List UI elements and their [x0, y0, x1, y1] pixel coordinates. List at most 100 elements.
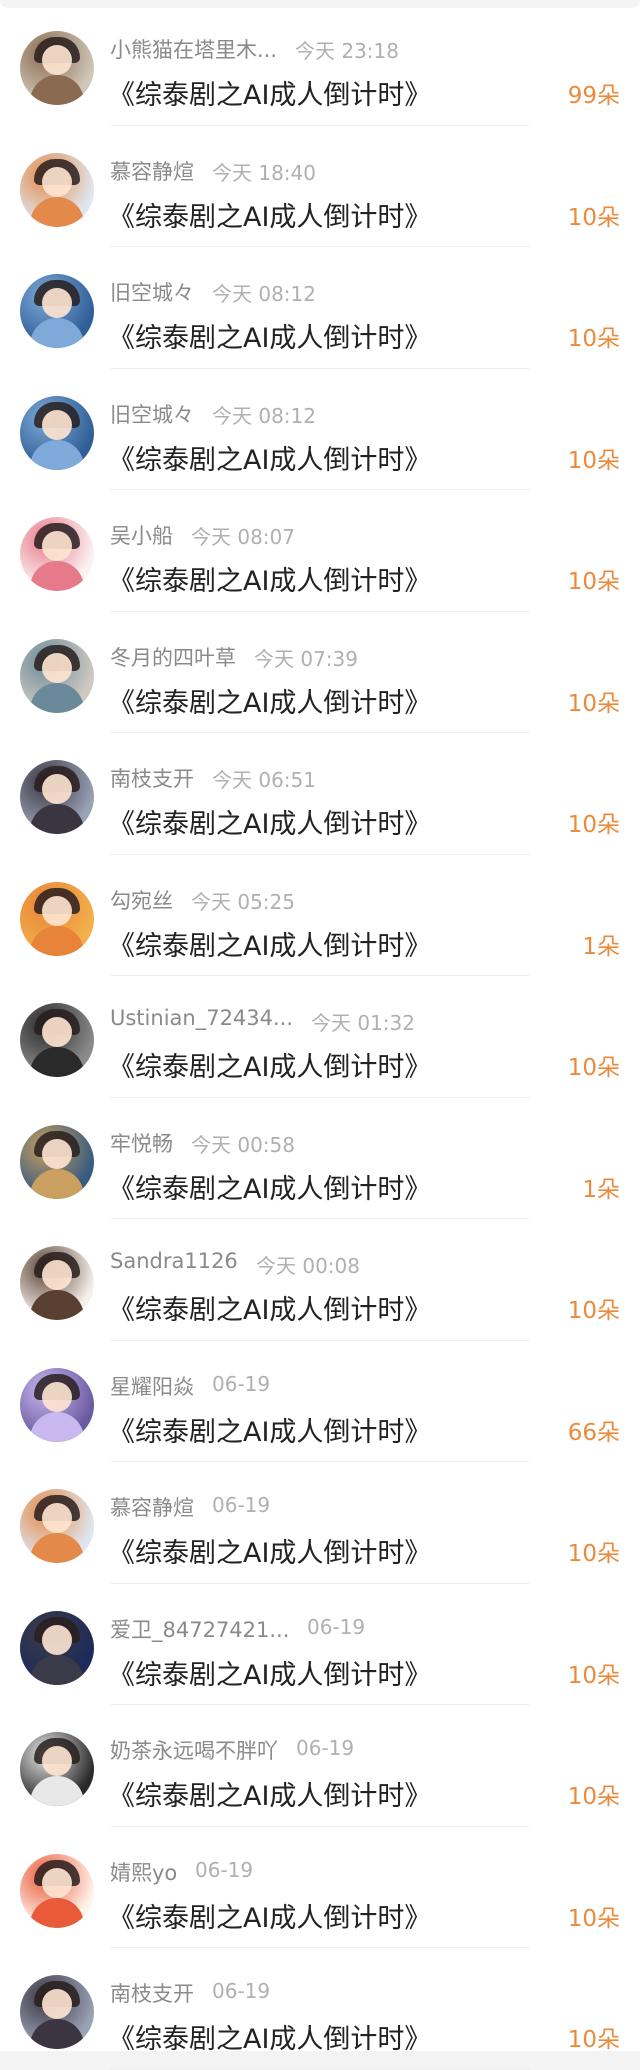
- avatar[interactable]: [20, 1367, 94, 1442]
- user-name[interactable]: 小熊猫在塔里木...: [110, 34, 277, 64]
- book-title[interactable]: 《综泰剧之AI成人倒计时》: [108, 559, 431, 598]
- timestamp: 今天 08:12: [212, 282, 316, 306]
- book-title[interactable]: 《综泰剧之AI成人倒计时》: [108, 1410, 431, 1449]
- user-name[interactable]: Ustinian_72434...: [110, 1006, 293, 1030]
- avatar-body: [30, 1168, 84, 1199]
- book-title[interactable]: 《综泰剧之AI成人倒计时》: [108, 1167, 431, 1206]
- gift-amount: 10朵: [567, 204, 620, 231]
- avatar[interactable]: [20, 1853, 94, 1928]
- avatar-body: [30, 1533, 84, 1563]
- avatar[interactable]: [20, 1975, 94, 2049]
- avatar-face: [42, 652, 72, 683]
- user-name[interactable]: 旧空城々: [110, 399, 194, 429]
- timestamp: 今天 00:58: [191, 1132, 295, 1157]
- book-title[interactable]: 《综泰剧之AI成人倒计时》: [108, 681, 431, 720]
- book-title[interactable]: 《综泰剧之AI成人倒计时》: [108, 802, 431, 841]
- avatar[interactable]: [20, 760, 94, 834]
- list-item[interactable]: 勾宛丝 今天 05:25 《综泰剧之AI成人倒计时》 1朵: [0, 855, 640, 976]
- book-title[interactable]: 《综泰剧之AI成人倒计时》: [108, 1288, 431, 1327]
- book-title[interactable]: 《综泰剧之AI成人倒计时》: [108, 1774, 431, 1813]
- avatar-face: [42, 166, 72, 197]
- avatar-face: [42, 774, 72, 804]
- gift-list-card: 小熊猫在塔里木... 今天 23:18 《综泰剧之AI成人倒计时》 99朵 慕容静煊 今天…: [0, 0, 640, 2070]
- timestamp: 今天 08:07: [191, 525, 295, 549]
- list-item[interactable]: 南枝支开 今天 06:51 《综泰剧之AI成人倒计时》 10朵: [0, 733, 640, 855]
- gift-amount: 10朵: [567, 1298, 620, 1324]
- gift-amount: 10朵: [567, 690, 620, 717]
- avatar-body: [30, 1897, 84, 1928]
- timestamp: 今天 06:51: [212, 768, 316, 792]
- avatar[interactable]: [20, 517, 94, 591]
- list-item[interactable]: 奶茶永远喝不胖吖 06-19 《综泰剧之AI成人倒计时》 10朵: [0, 1705, 640, 1827]
- user-name[interactable]: 爱卫_84727421...: [110, 1614, 289, 1644]
- user-name[interactable]: 慕容静煊: [110, 1492, 194, 1522]
- gift-amount: 10朵: [567, 1541, 620, 1567]
- book-title[interactable]: 《综泰剧之AI成人倒计时》: [108, 438, 431, 477]
- timestamp: 06-19: [212, 1493, 271, 1517]
- user-name[interactable]: 南枝支开: [110, 763, 194, 793]
- book-title[interactable]: 《综泰剧之AI成人倒计时》: [108, 2017, 431, 2056]
- gift-amount: 10朵: [567, 569, 620, 595]
- list-item[interactable]: 婧熙yo 06-19 《综泰剧之AI成人倒计时》 10朵: [0, 1827, 640, 1948]
- gift-amount: 10朵: [567, 1055, 620, 1081]
- list-item[interactable]: 南枝支开 06-19 《综泰剧之AI成人倒计时》 10朵: [0, 1948, 640, 2070]
- book-title[interactable]: 《综泰剧之AI成人倒计时》: [108, 924, 431, 963]
- user-name[interactable]: 星耀阳焱: [110, 1371, 194, 1401]
- avatar[interactable]: [20, 1124, 94, 1199]
- avatar-body: [30, 682, 84, 713]
- list-item[interactable]: 牢悦畅 今天 00:58 《综泰剧之AI成人倒计时》 1朵: [0, 1098, 640, 1219]
- avatar[interactable]: [20, 881, 94, 956]
- book-title[interactable]: 《综泰剧之AI成人倒计时》: [108, 316, 431, 355]
- gift-amount: 10朵: [567, 1905, 620, 1932]
- gift-amount: 10朵: [567, 1784, 620, 1810]
- row-divider: [110, 2068, 530, 2070]
- avatar[interactable]: [20, 1246, 94, 1320]
- list-item[interactable]: 冬月的四叶草 今天 07:39 《综泰剧之AI成人倒计时》 10朵: [0, 612, 640, 733]
- user-name[interactable]: 勾宛丝: [110, 885, 173, 915]
- user-name[interactable]: 吴小船: [110, 520, 173, 550]
- user-name[interactable]: 冬月的四叶草: [110, 642, 236, 672]
- avatar[interactable]: [20, 274, 94, 348]
- avatar[interactable]: [20, 31, 94, 105]
- list-item[interactable]: 旧空城々 今天 08:12 《综泰剧之AI成人倒计时》 10朵: [0, 369, 640, 490]
- user-name[interactable]: 旧空城々: [110, 277, 194, 307]
- avatar[interactable]: [20, 152, 94, 227]
- list-item[interactable]: 慕容静煊 今天 18:40 《综泰剧之AI成人倒计时》 10朵: [0, 126, 640, 247]
- list-item[interactable]: 吴小船 今天 08:07 《综泰剧之AI成人倒计时》 10朵: [0, 490, 640, 612]
- list-item[interactable]: 慕容静煊 06-19 《综泰剧之AI成人倒计时》 10朵: [0, 1462, 640, 1584]
- avatar[interactable]: [20, 638, 94, 713]
- user-name[interactable]: 牢悦畅: [110, 1128, 173, 1158]
- user-name[interactable]: 婧熙yo: [110, 1857, 177, 1887]
- user-name[interactable]: 慕容静煊: [110, 156, 194, 186]
- avatar[interactable]: [20, 1732, 94, 1806]
- timestamp: 今天 01:32: [311, 1011, 415, 1035]
- avatar[interactable]: [20, 1610, 94, 1685]
- gift-amount: 10朵: [567, 447, 620, 474]
- book-title[interactable]: 《综泰剧之AI成人倒计时》: [108, 1045, 431, 1084]
- timestamp: 今天 23:18: [295, 39, 399, 63]
- book-title[interactable]: 《综泰剧之AI成人倒计时》: [108, 195, 431, 234]
- list-item[interactable]: Ustinian_72434... 今天 01:32 《综泰剧之AI成人倒计时》 10…: [0, 976, 640, 1098]
- user-name[interactable]: 奶茶永远喝不胖吖: [110, 1735, 278, 1765]
- timestamp: 06-19: [195, 1857, 254, 1882]
- book-title[interactable]: 《综泰剧之AI成人倒计时》: [108, 1531, 431, 1570]
- list-item[interactable]: Sandra1126 今天 00:08 《综泰剧之AI成人倒计时》 10朵: [0, 1219, 640, 1341]
- list-item[interactable]: 小熊猫在塔里木... 今天 23:18 《综泰剧之AI成人倒计时》 99朵: [0, 4, 640, 126]
- timestamp: 06-19: [212, 1979, 271, 2003]
- list-item[interactable]: 星耀阳焱 06-19 《综泰剧之AI成人倒计时》 66朵: [0, 1341, 640, 1462]
- user-name[interactable]: Sandra1126: [110, 1249, 238, 1273]
- avatar[interactable]: [20, 1489, 94, 1563]
- avatar[interactable]: [20, 395, 94, 470]
- list-item[interactable]: 爱卫_84727421... 06-19 《综泰剧之AI成人倒计时》 10朵: [0, 1584, 640, 1705]
- avatar-face: [42, 1017, 72, 1047]
- user-name[interactable]: 南枝支开: [110, 1978, 194, 2008]
- list-item[interactable]: 旧空城々 今天 08:12 《综泰剧之AI成人倒计时》 10朵: [0, 247, 640, 369]
- avatar-body: [30, 439, 84, 470]
- avatar-face: [42, 895, 72, 926]
- book-title[interactable]: 《综泰剧之AI成人倒计时》: [108, 73, 431, 112]
- avatar-body: [30, 1654, 84, 1685]
- avatar-face: [42, 409, 72, 440]
- avatar[interactable]: [20, 1003, 94, 1077]
- book-title[interactable]: 《综泰剧之AI成人倒计时》: [108, 1653, 431, 1692]
- book-title[interactable]: 《综泰剧之AI成人倒计时》: [108, 1896, 431, 1935]
